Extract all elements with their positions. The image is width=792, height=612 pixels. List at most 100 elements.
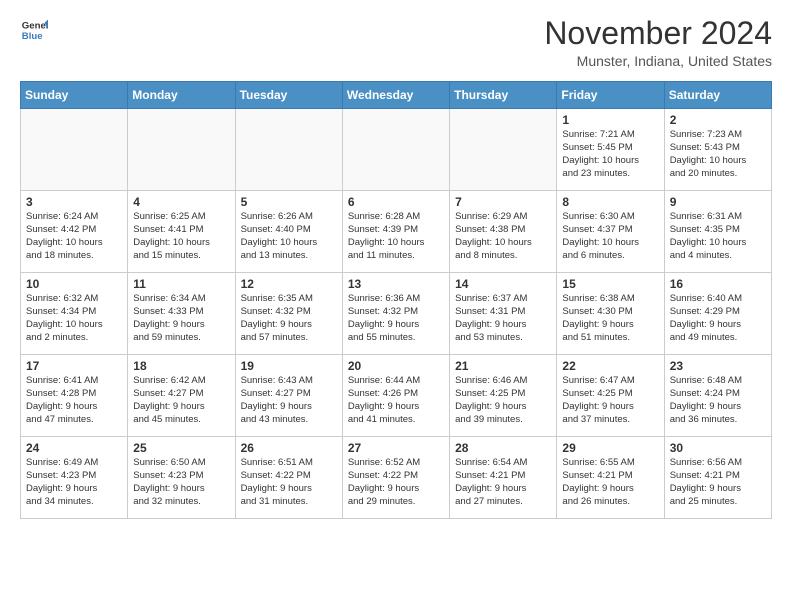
calendar-cell: 5Sunrise: 6:26 AM Sunset: 4:40 PM Daylig… [235,191,342,273]
calendar-cell: 16 Sunrise: 6:40 AM Sunset: 4:29 PM Dayli… [664,273,771,355]
calendar-cell: 12Sunrise: 6:35 AM Sunset: 4:32 PM Dayli… [235,273,342,355]
svg-text:Blue: Blue [22,31,43,42]
cell-info: Sunrise: 6:28 AM Sunset: 4:39 PM Dayligh… [348,211,444,262]
day-number: 8 [562,195,658,209]
day-number: 9 [670,195,766,209]
cell-info: Sunrise: 6:49 AM Sunset: 4:23 PM Dayligh… [26,457,122,508]
day-number: 20 [348,359,444,373]
day-number: 22 [562,359,658,373]
cell-info: Sunrise: 6:25 AM Sunset: 4:41 PM Dayligh… [133,211,229,262]
weekday-header: Monday [128,82,235,109]
page-header: General Blue November 2024 Munster, Indi… [20,16,772,69]
calendar-cell: 11 Sunrise: 6:34 AM Sunset: 4:33 PM Dayli… [128,273,235,355]
day-number: 6 [348,195,444,209]
cell-info: Sunrise: 6:35 AM Sunset: 4:32 PM Dayligh… [241,293,337,344]
calendar-cell: 25 Sunrise: 6:50 AM Sunset: 4:23 PM Dayli… [128,437,235,519]
calendar-cell: 26 Sunrise: 6:51 AM Sunset: 4:22 PM Dayli… [235,437,342,519]
day-number: 13 [348,277,444,291]
calendar-cell: 29 Sunrise: 6:55 AM Sunset: 4:21 PM Dayli… [557,437,664,519]
logo-icon: General Blue [20,16,48,44]
logo: General Blue [20,16,48,44]
calendar-cell: 8 Sunrise: 6:30 AM Sunset: 4:37 PM Daylig… [557,191,664,273]
cell-info: Sunrise: 6:52 AM Sunset: 4:22 PM Dayligh… [348,457,444,508]
month-title: November 2024 [544,16,772,51]
weekday-header: Tuesday [235,82,342,109]
calendar-cell: 17 Sunrise: 6:41 AM Sunset: 4:28 PM Dayli… [21,355,128,437]
day-number: 25 [133,441,229,455]
calendar-cell: 3Sunrise: 6:24 AM Sunset: 4:42 PM Daylig… [21,191,128,273]
day-number: 15 [562,277,658,291]
calendar-cell [235,109,342,191]
calendar-cell: 24 Sunrise: 6:49 AM Sunset: 4:23 PM Dayli… [21,437,128,519]
calendar-week-row: 3Sunrise: 6:24 AM Sunset: 4:42 PM Daylig… [21,191,772,273]
day-number: 18 [133,359,229,373]
cell-info: Sunrise: 7:21 AM Sunset: 5:45 PM Dayligh… [562,129,658,180]
cell-info: Sunrise: 6:50 AM Sunset: 4:23 PM Dayligh… [133,457,229,508]
location: Munster, Indiana, United States [544,53,772,69]
day-number: 30 [670,441,766,455]
weekday-header: Friday [557,82,664,109]
weekday-header: Wednesday [342,82,449,109]
calendar-cell: 22Sunrise: 6:47 AM Sunset: 4:25 PM Dayli… [557,355,664,437]
cell-info: Sunrise: 6:34 AM Sunset: 4:33 PM Dayligh… [133,293,229,344]
calendar-week-row: 10 Sunrise: 6:32 AM Sunset: 4:34 PM Dayli… [21,273,772,355]
cell-info: Sunrise: 6:43 AM Sunset: 4:27 PM Dayligh… [241,375,337,426]
calendar-cell: 30 Sunrise: 6:56 AM Sunset: 4:21 PM Dayli… [664,437,771,519]
calendar-cell: 13 Sunrise: 6:36 AM Sunset: 4:32 PM Dayli… [342,273,449,355]
calendar-cell: 14Sunrise: 6:37 AM Sunset: 4:31 PM Dayli… [450,273,557,355]
cell-info: Sunrise: 6:24 AM Sunset: 4:42 PM Dayligh… [26,211,122,262]
day-number: 27 [348,441,444,455]
cell-info: Sunrise: 6:46 AM Sunset: 4:25 PM Dayligh… [455,375,551,426]
calendar-table: SundayMondayTuesdayWednesdayThursdayFrid… [20,81,772,519]
calendar-cell: 6 Sunrise: 6:28 AM Sunset: 4:39 PM Daylig… [342,191,449,273]
calendar-cell: 21 Sunrise: 6:46 AM Sunset: 4:25 PM Dayli… [450,355,557,437]
calendar-cell [21,109,128,191]
cell-info: Sunrise: 6:32 AM Sunset: 4:34 PM Dayligh… [26,293,122,344]
day-number: 17 [26,359,122,373]
cell-info: Sunrise: 6:48 AM Sunset: 4:24 PM Dayligh… [670,375,766,426]
cell-info: Sunrise: 6:31 AM Sunset: 4:35 PM Dayligh… [670,211,766,262]
cell-info: Sunrise: 6:26 AM Sunset: 4:40 PM Dayligh… [241,211,337,262]
cell-info: Sunrise: 7:23 AM Sunset: 5:43 PM Dayligh… [670,129,766,180]
cell-info: Sunrise: 6:44 AM Sunset: 4:26 PM Dayligh… [348,375,444,426]
calendar-cell [128,109,235,191]
day-number: 23 [670,359,766,373]
day-number: 19 [241,359,337,373]
calendar-week-row: 17 Sunrise: 6:41 AM Sunset: 4:28 PM Dayli… [21,355,772,437]
calendar-cell: 1Sunrise: 7:21 AM Sunset: 5:45 PM Daylig… [557,109,664,191]
calendar-cell [342,109,449,191]
cell-info: Sunrise: 6:30 AM Sunset: 4:37 PM Dayligh… [562,211,658,262]
weekday-header: Sunday [21,82,128,109]
day-number: 11 [133,277,229,291]
calendar-cell: 4Sunrise: 6:25 AM Sunset: 4:41 PM Daylig… [128,191,235,273]
cell-info: Sunrise: 6:56 AM Sunset: 4:21 PM Dayligh… [670,457,766,508]
day-number: 7 [455,195,551,209]
calendar-cell: 20 Sunrise: 6:44 AM Sunset: 4:26 PM Dayli… [342,355,449,437]
cell-info: Sunrise: 6:40 AM Sunset: 4:29 PM Dayligh… [670,293,766,344]
calendar-cell: 9 Sunrise: 6:31 AM Sunset: 4:35 PM Daylig… [664,191,771,273]
cell-info: Sunrise: 6:41 AM Sunset: 4:28 PM Dayligh… [26,375,122,426]
cell-info: Sunrise: 6:38 AM Sunset: 4:30 PM Dayligh… [562,293,658,344]
cell-info: Sunrise: 6:36 AM Sunset: 4:32 PM Dayligh… [348,293,444,344]
day-number: 21 [455,359,551,373]
day-number: 2 [670,113,766,127]
calendar-cell [450,109,557,191]
calendar-cell: 28Sunrise: 6:54 AM Sunset: 4:21 PM Dayli… [450,437,557,519]
day-number: 24 [26,441,122,455]
cell-info: Sunrise: 6:37 AM Sunset: 4:31 PM Dayligh… [455,293,551,344]
title-block: November 2024 Munster, Indiana, United S… [544,16,772,69]
cell-info: Sunrise: 6:55 AM Sunset: 4:21 PM Dayligh… [562,457,658,508]
calendar-cell: 15 Sunrise: 6:38 AM Sunset: 4:30 PM Dayli… [557,273,664,355]
calendar-cell: 2 Sunrise: 7:23 AM Sunset: 5:43 PM Daylig… [664,109,771,191]
calendar-header: SundayMondayTuesdayWednesdayThursdayFrid… [21,82,772,109]
cell-info: Sunrise: 6:51 AM Sunset: 4:22 PM Dayligh… [241,457,337,508]
calendar-cell: 27 Sunrise: 6:52 AM Sunset: 4:22 PM Dayli… [342,437,449,519]
cell-info: Sunrise: 6:54 AM Sunset: 4:21 PM Dayligh… [455,457,551,508]
day-number: 29 [562,441,658,455]
day-number: 10 [26,277,122,291]
day-number: 16 [670,277,766,291]
calendar-week-row: 24 Sunrise: 6:49 AM Sunset: 4:23 PM Dayli… [21,437,772,519]
cell-info: Sunrise: 6:29 AM Sunset: 4:38 PM Dayligh… [455,211,551,262]
calendar-cell: 7 Sunrise: 6:29 AM Sunset: 4:38 PM Daylig… [450,191,557,273]
day-number: 26 [241,441,337,455]
